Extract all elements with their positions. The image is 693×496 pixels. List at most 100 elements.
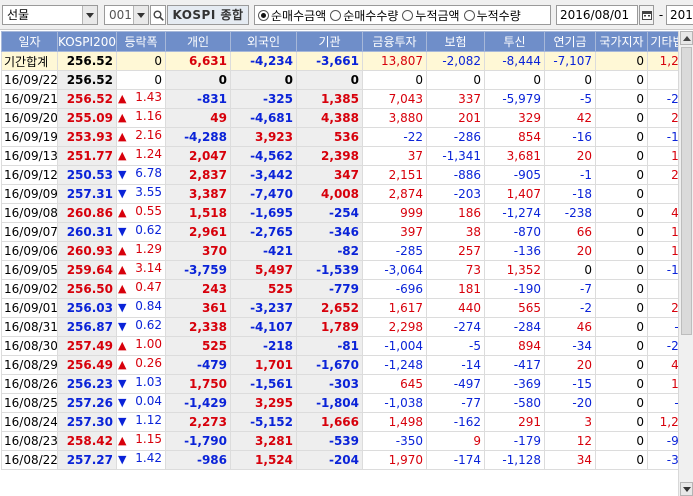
change-cell: ▼ 1.12 bbox=[116, 412, 166, 432]
value-cell: 2,837 bbox=[165, 165, 231, 185]
table-row[interactable]: 16/09/05 259.64 ▲ 3.14 -3,759 5,497 -1,539 -3,0… bbox=[1, 260, 693, 280]
change-cell: ▲ 1.43 bbox=[116, 89, 166, 109]
change-value: 6.78 bbox=[135, 166, 162, 181]
radio-selected-icon[interactable] bbox=[258, 9, 269, 21]
change-cell: ▲ 1.24 bbox=[116, 146, 166, 166]
triangle-down-icon: ▼ bbox=[118, 225, 127, 238]
table-row[interactable]: 16/08/23 258.42 ▲ 1.15 -1,790 3,281 -539 -350 9-… bbox=[1, 431, 693, 451]
change-cell: ▲ 2.16 bbox=[116, 127, 166, 147]
triangle-up-icon: ▲ bbox=[118, 434, 127, 447]
value-cell: -479 bbox=[165, 355, 231, 375]
kospi200-cell: 256.52 bbox=[57, 89, 117, 109]
value-cell: -162 bbox=[426, 412, 485, 432]
table-row[interactable]: 16/09/01 256.03 ▼ 0.84 361 -3,237 2,652 1,617 44… bbox=[1, 298, 693, 318]
value-cell: 894 bbox=[484, 336, 545, 356]
vertical-scrollbar[interactable] bbox=[678, 31, 693, 496]
column-header[interactable]: 국가지자 bbox=[595, 31, 648, 52]
value-cell: -2,082 bbox=[426, 51, 485, 71]
value-cell: 0 bbox=[595, 184, 648, 204]
column-header[interactable]: 개인 bbox=[165, 31, 231, 52]
table-row[interactable]: 16/09/22256.520000000000 bbox=[1, 70, 693, 90]
table-row[interactable]: 16/08/24 257.30 ▼ 1.12 2,273 -5,152 1,666 1,498… bbox=[1, 412, 693, 432]
value-cell: -22 bbox=[362, 127, 427, 147]
radio-icon[interactable] bbox=[330, 9, 342, 21]
radio-net-amount[interactable]: 순매수금액 bbox=[258, 7, 326, 24]
table-row[interactable]: 16/09/07 260.31 ▼ 0.62 2,961 -2,765 -346 397 38-… bbox=[1, 222, 693, 242]
toolbar: 선물 001 KOSPI 종합 순매수금액 순매수수량 누적금액 누적수량 20… bbox=[0, 0, 693, 30]
column-header[interactable]: KOSPI200 bbox=[57, 31, 117, 52]
kospi200-cell: 260.31 bbox=[57, 222, 117, 242]
change-value: 1.42 bbox=[135, 451, 162, 466]
column-header[interactable]: 금융투자 bbox=[362, 31, 427, 52]
date-to-input[interactable]: 2016/0 bbox=[666, 5, 693, 25]
kospi200-cell: 256.50 bbox=[57, 279, 117, 299]
value-cell: 2,273 bbox=[165, 412, 231, 432]
instrument-name: KOSPI 종합 bbox=[167, 5, 249, 25]
date-cell: 16/09/13 bbox=[1, 146, 58, 166]
table-row[interactable]: 16/09/08 260.86 ▲ 0.55 1,518 -1,695 -254 999 186… bbox=[1, 203, 693, 223]
table-row[interactable]: 16/09/02 256.50 ▲ 0.47 243 525 -779 -696 181 -190… bbox=[1, 279, 693, 299]
market-select[interactable]: 선물 bbox=[2, 5, 98, 25]
triangle-up-icon: ▲ bbox=[118, 263, 127, 276]
value-cell: 73 bbox=[426, 260, 485, 280]
radio-cumulative-quantity[interactable]: 누적수량 bbox=[463, 7, 521, 24]
radio-net-quantity[interactable]: 순매수수량 bbox=[330, 7, 398, 24]
code-select[interactable]: 001 bbox=[104, 5, 149, 25]
value-cell: 7,043 bbox=[362, 89, 427, 109]
chevron-down-icon[interactable] bbox=[133, 6, 148, 24]
column-header[interactable]: 연기금 bbox=[544, 31, 596, 52]
calendar-icon bbox=[641, 11, 652, 20]
table-row[interactable]: 16/09/21 256.52 ▲ 1.43 -831 -325 1,385 7,043 337… bbox=[1, 89, 693, 109]
change-value: 0.04 bbox=[135, 394, 162, 409]
table-row[interactable]: 16/08/26 256.23 ▼ 1.03 1,750 -1,561 -303 645 -49… bbox=[1, 374, 693, 394]
value-cell: -986 bbox=[165, 450, 231, 470]
table-row[interactable]: 16/09/13 251.77 ▲ 1.24 2,047 -4,562 2,398 37 -1,… bbox=[1, 146, 693, 166]
table-row[interactable]: 16/08/30 257.49 ▲ 1.00 525 -218 -81 -1,004 -5 894… bbox=[1, 336, 693, 356]
radio-cumulative-amount[interactable]: 누적금액 bbox=[402, 7, 460, 24]
value-cell: 397 bbox=[362, 222, 427, 242]
summary-row[interactable]: 기간합계 256.52 0 6,631 -4,234 -3,661 13,807 -2,082… bbox=[1, 51, 693, 71]
change-value: 1.03 bbox=[135, 375, 162, 390]
value-cell: 38 bbox=[426, 222, 485, 242]
value-cell: 0 bbox=[595, 51, 648, 71]
table-row[interactable]: 16/09/09 257.31 ▼ 3.55 3,387 -7,470 4,008 2,874… bbox=[1, 184, 693, 204]
triangle-up-icon: ▲ bbox=[118, 282, 127, 295]
table-row[interactable]: 16/08/29 256.49 ▲ 0.26 -479 1,701 -1,670 -1,248… bbox=[1, 355, 693, 375]
triangle-up-icon: ▲ bbox=[118, 244, 127, 257]
column-header[interactable]: 보험 bbox=[426, 31, 485, 52]
column-header[interactable]: 일자 bbox=[1, 31, 58, 52]
kospi200-cell: 256.49 bbox=[57, 355, 117, 375]
value-cell: 0 bbox=[595, 203, 648, 223]
scroll-down-button[interactable] bbox=[680, 482, 693, 496]
scrollbar-thumb[interactable] bbox=[681, 47, 692, 335]
radio-icon[interactable] bbox=[402, 9, 414, 21]
scroll-up-button[interactable] bbox=[680, 31, 693, 45]
value-cell: 361 bbox=[165, 298, 231, 318]
column-header[interactable]: 투신 bbox=[484, 31, 545, 52]
change-value: 1.24 bbox=[135, 147, 162, 162]
value-cell: -350 bbox=[362, 431, 427, 451]
value-cell: -1,038 bbox=[362, 393, 427, 413]
column-header[interactable]: 등락폭 bbox=[116, 31, 166, 52]
table-row[interactable]: 16/08/31 256.87 ▼ 0.62 2,338 -4,107 1,789 2,298… bbox=[1, 317, 693, 337]
value-cell: -1,128 bbox=[484, 450, 545, 470]
value-cell: 1,498 bbox=[362, 412, 427, 432]
date-from-input[interactable]: 2016/08/01 bbox=[556, 5, 638, 25]
column-header[interactable]: 외국인 bbox=[230, 31, 297, 52]
table-row[interactable]: 16/08/25 257.26 ▼ 0.04 -1,429 3,295 -1,804 -1,0… bbox=[1, 393, 693, 413]
table-row[interactable]: 16/09/19 253.93 ▲ 2.16 -4,288 3,923 536 -22 -286… bbox=[1, 127, 693, 147]
table-row[interactable]: 16/09/20 255.09 ▲ 1.16 49 -4,681 4,388 3,880 201… bbox=[1, 108, 693, 128]
date-from-calendar-button[interactable] bbox=[639, 5, 654, 25]
change-value: 0.47 bbox=[135, 280, 162, 295]
search-button[interactable] bbox=[150, 5, 166, 25]
table-row[interactable]: 16/08/22 257.27 ▼ 1.42 -986 1,524 -204 1,970 -17… bbox=[1, 450, 693, 470]
value-cell: 46 bbox=[544, 317, 596, 337]
table-row[interactable]: 16/09/06 260.93 ▲ 1.29 370 -421 -82 -285 257 -136… bbox=[1, 241, 693, 261]
triangle-up-icon: ▲ bbox=[118, 130, 127, 143]
table-row[interactable]: 16/09/12 250.53 ▼ 6.78 2,837 -3,442 347 2,151 -8… bbox=[1, 165, 693, 185]
value-cell: 565 bbox=[484, 298, 545, 318]
chevron-down-icon[interactable] bbox=[82, 6, 97, 24]
radio-icon[interactable] bbox=[463, 9, 475, 21]
date-cell: 16/08/24 bbox=[1, 412, 58, 432]
column-header[interactable]: 기관 bbox=[296, 31, 363, 52]
